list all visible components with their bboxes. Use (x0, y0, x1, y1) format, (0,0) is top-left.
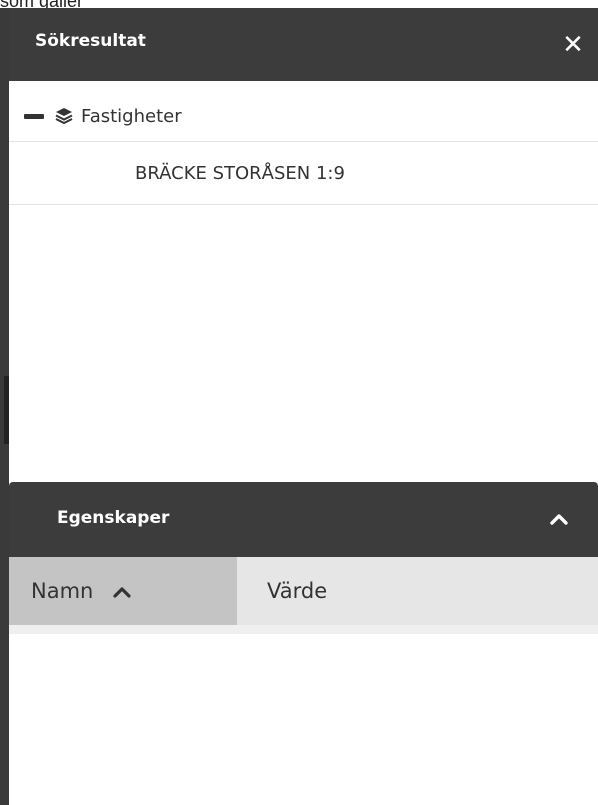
sort-ascending-icon (113, 587, 131, 598)
search-results-header: Sökresultat ✕ (9, 8, 598, 81)
column-header-varde[interactable]: Värde (237, 557, 598, 625)
properties-table-header: Namn Värde (9, 557, 598, 625)
properties-table-body (9, 634, 598, 805)
search-result-item-label: BRÄCKE STORÅSEN 1:9 (135, 163, 345, 184)
close-button[interactable]: ✕ (558, 30, 588, 60)
table-header-divider (9, 625, 598, 634)
properties-title: Egenskaper (57, 508, 170, 528)
search-results-panel: Sökresultat ✕ Fastigheter BRÄCKE STORÅSE… (9, 8, 598, 805)
properties-header: Egenskaper (9, 482, 598, 557)
collapse-minus-icon[interactable] (24, 113, 44, 119)
layers-icon (55, 108, 73, 125)
tree-group-label: Fastigheter (81, 105, 182, 127)
column-header-namn-label: Namn (31, 579, 94, 603)
search-result-item[interactable]: BRÄCKE STORÅSEN 1:9 (9, 142, 598, 205)
tree-group-fastigheter[interactable]: Fastigheter (9, 91, 598, 142)
chevron-up-icon[interactable] (546, 506, 572, 532)
column-header-namn[interactable]: Namn (9, 557, 237, 625)
column-header-varde-label: Värde (267, 579, 328, 603)
search-results-title: Sökresultat (35, 31, 146, 51)
